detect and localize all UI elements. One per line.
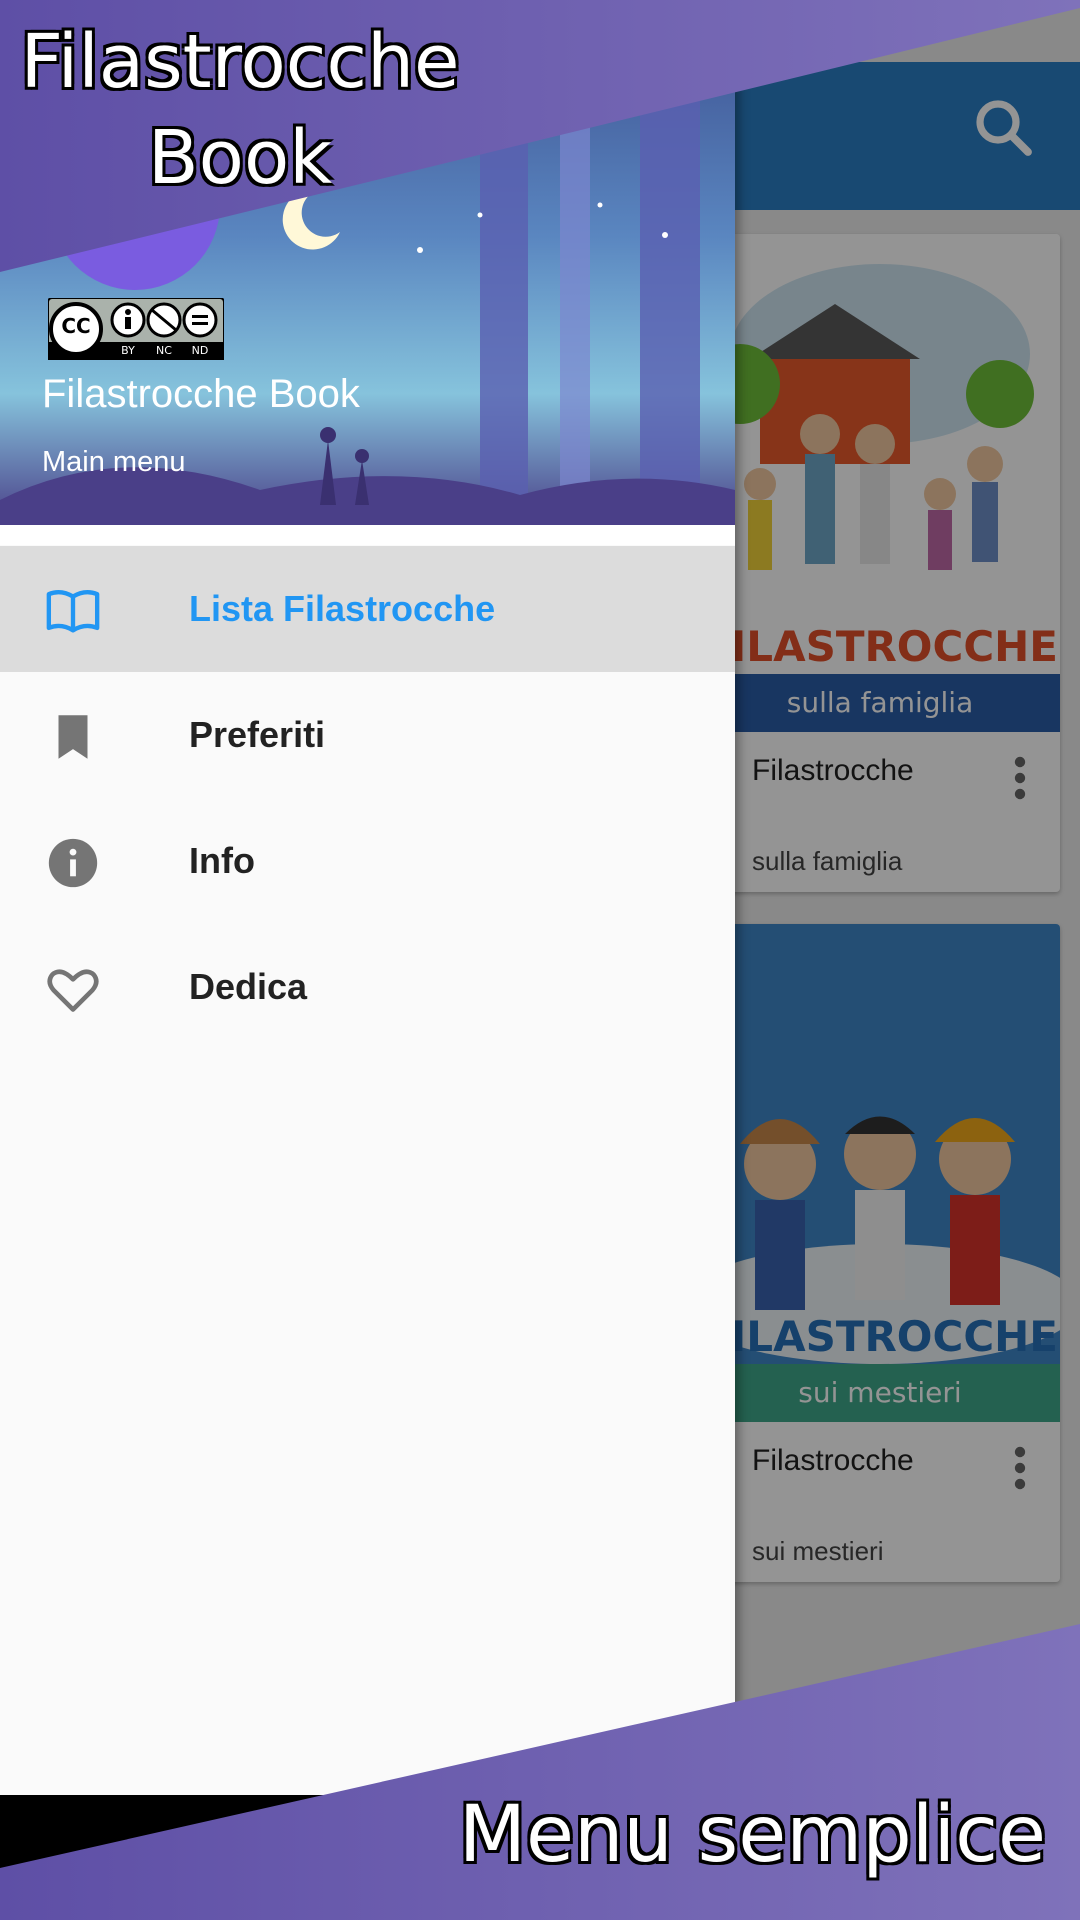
- nav-item-info[interactable]: Info: [0, 798, 735, 924]
- drawer-title: Filastrocche Book: [42, 372, 360, 416]
- cc-badge-nd: ND: [191, 344, 209, 357]
- creative-commons-license-badge: CC BY NC ND: [47, 297, 225, 361]
- info-icon: [48, 838, 98, 888]
- promo-caption-top-line1: Filastrocche: [20, 19, 460, 105]
- drawer-subtitle: Main menu: [42, 446, 186, 478]
- navigation-drawer: CC BY NC ND Filastrocche Book Main menu …: [0, 0, 735, 1795]
- nav-item-label: Dedica: [189, 966, 308, 1007]
- nav-item-label: Preferiti: [189, 714, 326, 755]
- cc-badge-text: CC: [61, 314, 91, 338]
- promo-caption-bottom: Menu semplice: [458, 1790, 1046, 1880]
- open-book-icon: [46, 589, 100, 633]
- bookmark-icon: [58, 715, 88, 759]
- nav-item-dedica[interactable]: Dedica: [0, 924, 735, 1050]
- promo-caption-top: Filastrocche Book: [0, 14, 480, 206]
- nav-item-label: Lista Filastrocche: [189, 588, 496, 629]
- heart-outline-icon: [47, 969, 99, 1012]
- header-divider: [0, 525, 735, 545]
- promo-caption-top-line2: Book: [147, 115, 333, 201]
- nav-item-label: Info: [189, 840, 255, 881]
- nav-item-preferiti[interactable]: Preferiti: [0, 672, 735, 798]
- cc-badge-nc: NC: [156, 344, 172, 357]
- cc-badge-by: BY: [121, 344, 135, 357]
- nav-item-lista-filastrocche[interactable]: Lista Filastrocche: [0, 546, 735, 672]
